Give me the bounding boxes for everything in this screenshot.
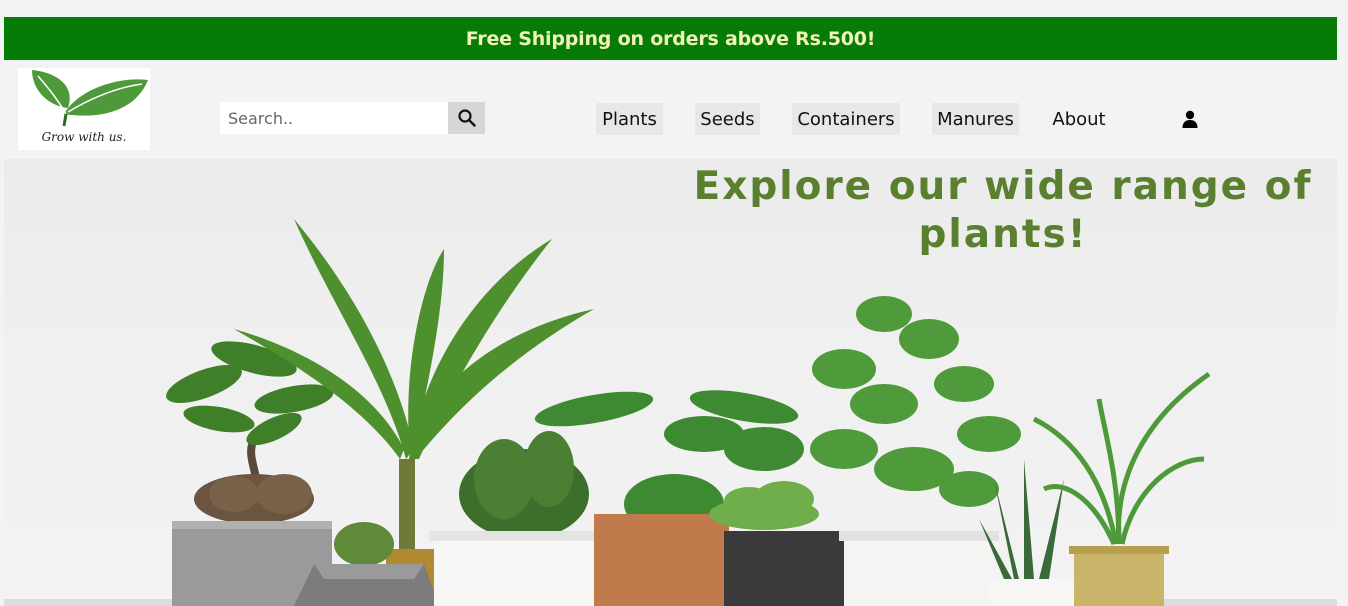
nav-item-plants[interactable]: Plants	[596, 103, 663, 135]
hero-banner: Explore our wide range of plants!	[4, 159, 1337, 606]
site-logo[interactable]: Grow with us.	[18, 68, 150, 150]
search-button[interactable]	[448, 102, 485, 134]
promo-text: Free Shipping on orders above Rs.500!	[465, 27, 876, 50]
nav-item-seeds[interactable]: Seeds	[695, 103, 760, 135]
user-icon	[1182, 110, 1198, 128]
nav-item-containers[interactable]: Containers	[792, 103, 900, 135]
logo-tagline: Grow with us.	[41, 130, 127, 144]
nav-item-manures[interactable]: Manures	[932, 103, 1019, 135]
leaf-logo-icon	[32, 70, 148, 127]
search-icon	[457, 109, 476, 127]
promo-banner: Free Shipping on orders above Rs.500!	[4, 17, 1337, 60]
hero-title: Explore our wide range of plants!	[693, 164, 1313, 257]
nav-item-about[interactable]: About	[1045, 103, 1113, 135]
account-button[interactable]	[1178, 107, 1202, 131]
search-input[interactable]	[220, 102, 448, 134]
